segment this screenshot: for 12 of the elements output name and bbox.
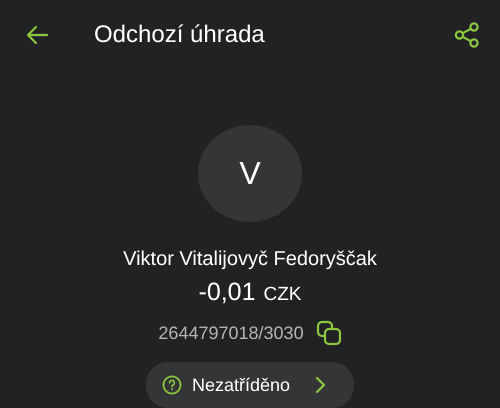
chevron-right-icon — [314, 376, 326, 394]
amount: -0,01 — [198, 277, 256, 308]
screen-title: Odchozí úhrada — [94, 21, 266, 50]
category-chip[interactable]: Nezatříděno — [146, 362, 354, 408]
question-icon — [162, 375, 182, 395]
avatar: V — [198, 124, 302, 222]
share-icon[interactable] — [454, 22, 480, 48]
account-number: 2644797018/3030 — [158, 322, 304, 344]
payee-name: Viktor Vitalijovyč Fedoryščak — [123, 247, 377, 272]
copy-icon[interactable] — [316, 320, 342, 346]
currency: CZK — [263, 284, 302, 306]
back-arrow-icon[interactable] — [25, 25, 49, 46]
